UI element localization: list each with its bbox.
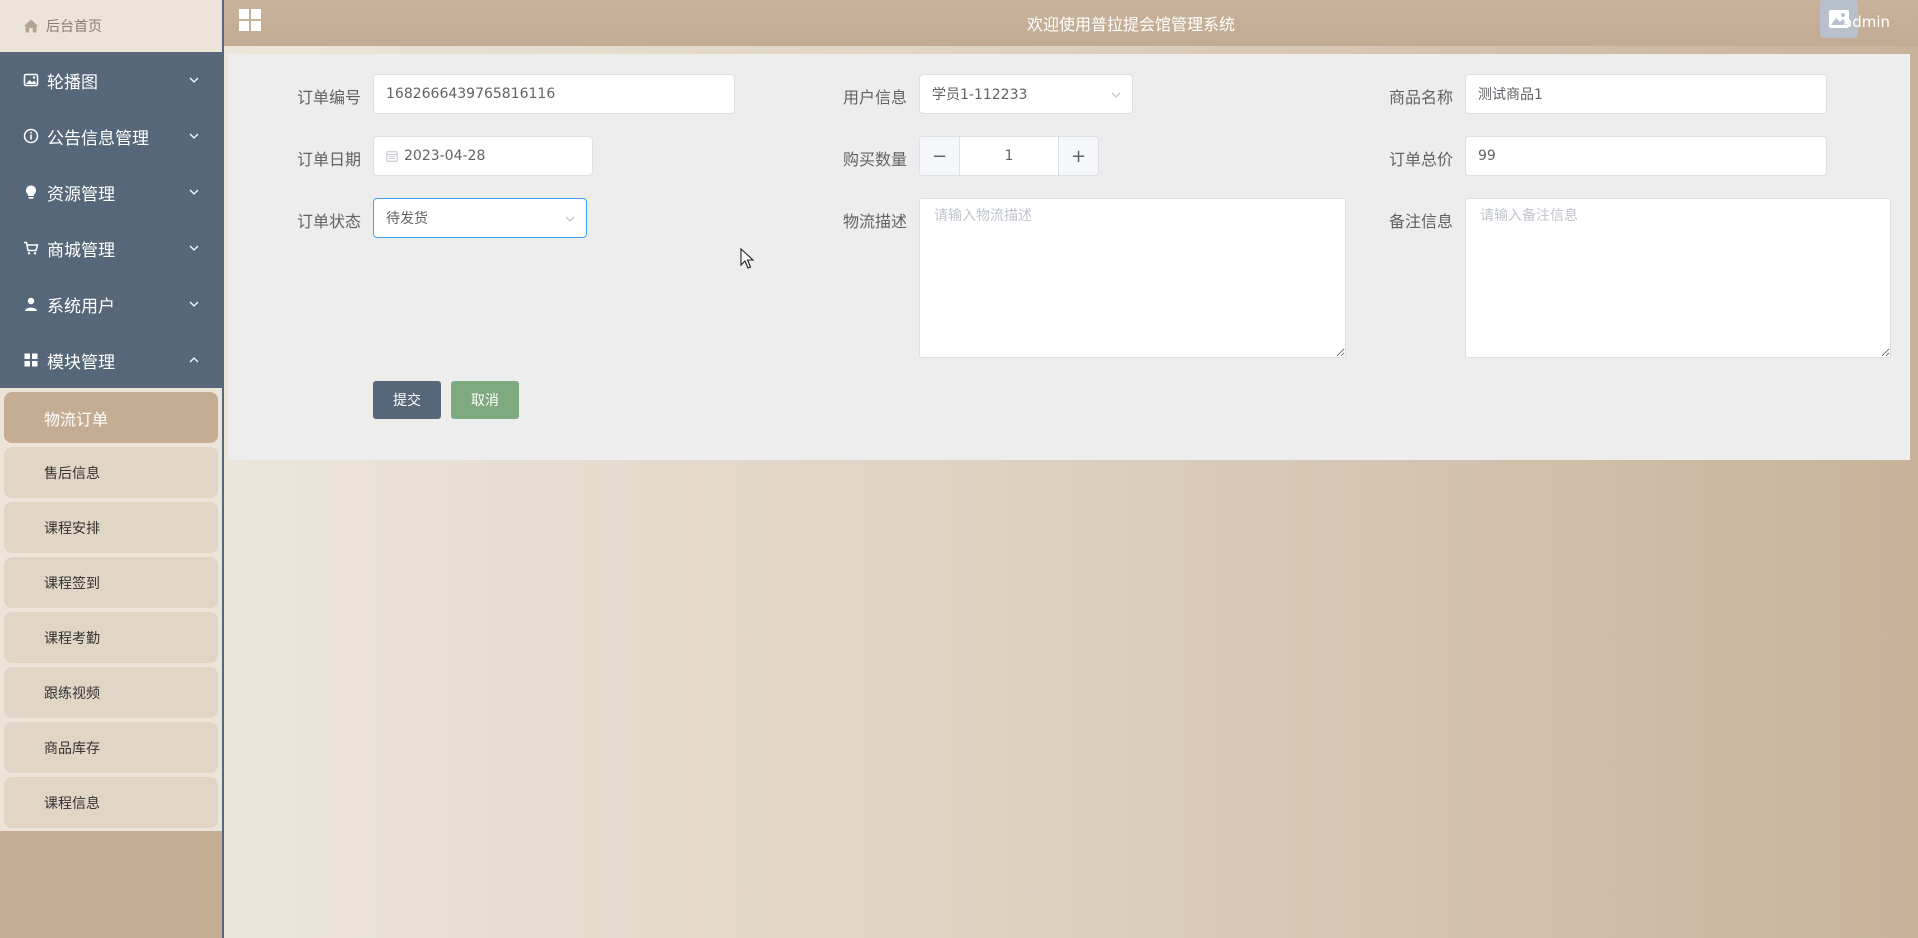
cancel-button[interactable]: 取消 [451, 381, 519, 419]
sidebar-home-link[interactable]: 后台首页 [0, 0, 222, 52]
user-info-label: 用户信息 [842, 88, 907, 107]
sidebar-subitem-course-attendance[interactable]: 课程考勤 [4, 612, 218, 663]
order-no-label: 订单编号 [296, 88, 361, 107]
sidebar-home-label: 后台首页 [46, 19, 102, 35]
sidebar-subitem-after-sales[interactable]: 售后信息 [4, 447, 218, 498]
order-date-label: 订单日期 [296, 150, 361, 169]
sidebar-submenu: 物流订单 售后信息 课程安排 课程签到 课程考勤 跟练视频 商品库存 课程信息 [0, 388, 222, 831]
chevron-down-icon [189, 245, 199, 251]
sidebar-subitem-logistics-orders[interactable]: 物流订单 [4, 392, 218, 443]
cart-icon [22, 239, 40, 257]
sidebar-subitem-course-checkin[interactable]: 课程签到 [4, 557, 218, 608]
chevron-down-icon [189, 301, 199, 307]
sidebar-item-system-users[interactable]: 系统用户 [0, 276, 222, 332]
sidebar-item-label: 公告信息管理 [47, 128, 149, 149]
sidebar-menu: 轮播图 公告信息管理 资源管理 商城管理 系统用户 模块管理 [0, 52, 222, 388]
sidebar-subitem-follow-videos[interactable]: 跟练视频 [4, 667, 218, 718]
sidebar-item-label: 系统用户 [47, 296, 115, 317]
order-date-picker[interactable]: 2023-04-28 [373, 136, 593, 176]
quantity-decrease-button[interactable]: − [920, 137, 960, 175]
chevron-down-icon [189, 133, 199, 139]
top-bar: 欢迎使用普拉提会馆管理系统 admin [224, 0, 1918, 46]
sidebar: 后台首页 轮播图 公告信息管理 资源管理 商城管理 系统用户 模块管理 物流订单… [0, 0, 224, 938]
image-icon [22, 71, 40, 89]
sidebar-subitem-course-info[interactable]: 课程信息 [4, 777, 218, 828]
sidebar-subitem-course-schedule[interactable]: 课程安排 [4, 502, 218, 553]
submit-button[interactable]: 提交 [373, 381, 441, 419]
chevron-down-icon [1111, 92, 1121, 98]
product-name-label: 商品名称 [1388, 88, 1453, 107]
user-info-select[interactable]: 学员1-112233 [919, 74, 1133, 114]
logistics-desc-textarea[interactable] [919, 198, 1346, 358]
mouse-cursor-icon [740, 248, 755, 269]
chevron-up-icon [189, 357, 199, 363]
remarks-label: 备注信息 [1388, 212, 1453, 231]
quantity-label: 购买数量 [842, 150, 907, 169]
sidebar-item-mall[interactable]: 商城管理 [0, 220, 222, 276]
quantity-increase-button[interactable]: + [1058, 137, 1098, 175]
home-icon [24, 19, 38, 33]
order-status-label: 订单状态 [296, 212, 361, 231]
sidebar-item-label: 轮播图 [47, 72, 98, 93]
quantity-stepper[interactable]: − 1 + [919, 136, 1099, 176]
product-name-input[interactable]: 测试商品1 [1465, 74, 1827, 114]
logistics-desc-label: 物流描述 [842, 212, 907, 231]
calendar-icon [386, 151, 398, 162]
username[interactable]: admin [1843, 13, 1890, 31]
chevron-down-icon [565, 216, 575, 222]
sidebar-item-announcements[interactable]: 公告信息管理 [0, 108, 222, 164]
info-circle-icon [22, 127, 40, 145]
remarks-textarea[interactable] [1465, 198, 1891, 358]
chevron-down-icon [189, 189, 199, 195]
bulb-icon [22, 183, 40, 201]
sidebar-item-label: 资源管理 [47, 184, 115, 205]
order-status-select[interactable]: 待发货 [373, 198, 587, 238]
sidebar-item-label: 商城管理 [47, 240, 115, 261]
sidebar-item-label: 模块管理 [47, 352, 115, 373]
app-title: 欢迎使用普拉提会馆管理系统 [1026, 15, 1235, 34]
order-no-input[interactable]: 1682666439765816116 [373, 74, 735, 114]
chevron-down-icon [189, 77, 199, 83]
total-price-input[interactable]: 99 [1465, 136, 1827, 176]
quantity-value[interactable]: 1 [1005, 148, 1014, 164]
total-price-label: 订单总价 [1388, 150, 1453, 169]
sidebar-item-modules[interactable]: 模块管理 [0, 332, 222, 388]
grid-icon [22, 351, 40, 369]
user-icon [22, 295, 40, 313]
sidebar-subitem-product-stock[interactable]: 商品库存 [4, 722, 218, 773]
sidebar-item-carousel[interactable]: 轮播图 [0, 52, 222, 108]
sidebar-item-resources[interactable]: 资源管理 [0, 164, 222, 220]
order-form-panel: 订单编号 1682666439765816116 用户信息 学员1-112233… [228, 54, 1910, 460]
